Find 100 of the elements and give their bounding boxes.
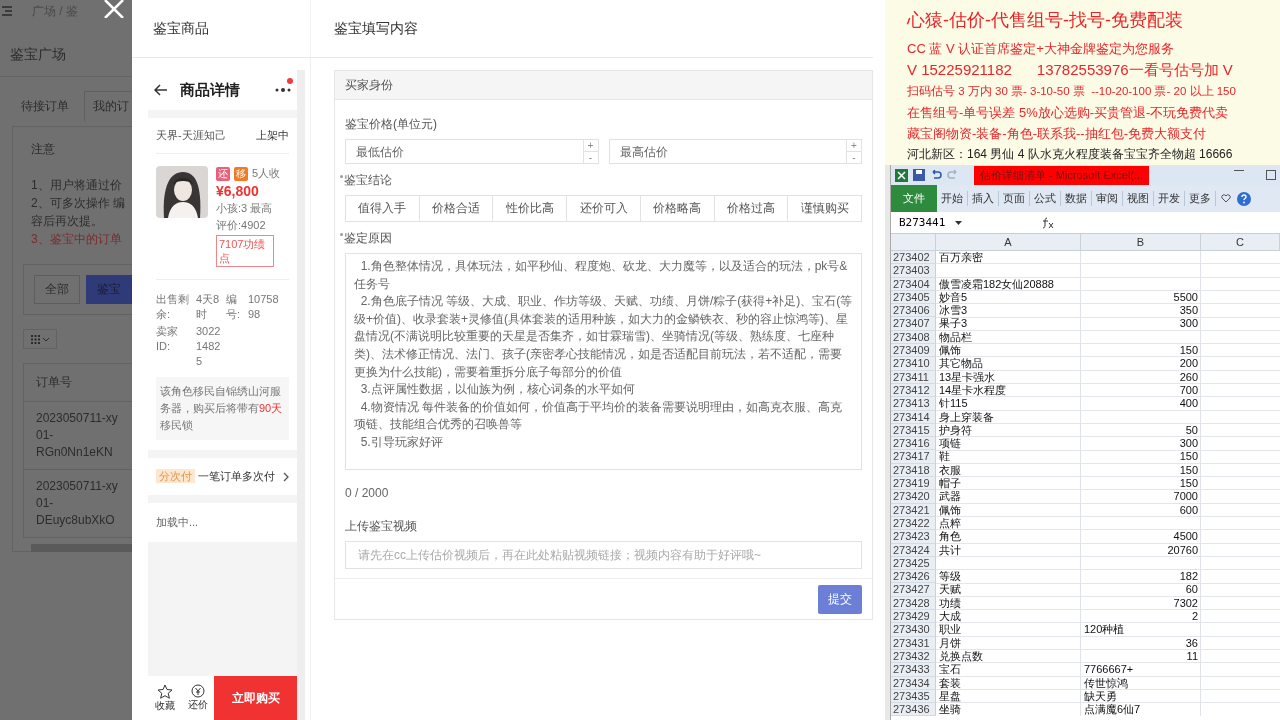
back-arrow-icon[interactable] <box>154 84 168 96</box>
document-line: V 15225921182 13782553976一看号估号加 V <box>907 60 1234 80</box>
table-cell-text: 7766667+ <box>1083 663 1135 677</box>
help-icon[interactable] <box>1237 191 1251 206</box>
table-cell-text: 其它物品 <box>938 357 984 371</box>
reason-textarea[interactable]: 1.角色整体情况，具体玩法，如平秒仙、程度炮、砍龙、大力魔等，以及适合的玩法，pk号&任务号 2.角色底子情况 等级、大成、职业、作坊等级、天赋、功绩、月饼/粽子(获得+补足)、宝石(等级+价值)、收录套装+灵修值(具体套装的适用种族，如大力的金鳞铁衣、秒的容止惊鸿等)、星盘情况(不满说明比较重要的天星是否集齐，如甘霖瑞雪)、坐骑情况(等级、熟练度、七座种类)、法术修正情况、法门、孩子(亲密孝心技能情况，如是否适配目前玩法，若不适配，需要更换为什么技能)，需要着重拆分底子每部分的价值 3.点评属性数据，以仙族为例，核心词条的水平如何 4.物资情况 每件装备的价值如何，价值高于平均价的装备需要说明理由，如高克衣服、高克项链、技能组合优秀的召唤兽等 5.引导玩家好评 <box>345 253 862 470</box>
row-number[interactable]: 273419 <box>891 477 936 491</box>
table-cell-text: 182 <box>1178 570 1199 584</box>
merit-tag: 7107功绩点 <box>216 235 274 267</box>
table-cell-text: 佩饰 <box>938 503 962 517</box>
buy-now-button[interactable]: 立即购买 <box>214 676 297 720</box>
detail-value: 1075898 <box>248 292 280 322</box>
row-number[interactable]: 273413 <box>891 397 936 411</box>
row-number[interactable]: 273416 <box>891 437 936 451</box>
row-number[interactable]: 273436 <box>891 703 936 717</box>
column-header[interactable]: B <box>1081 234 1201 251</box>
table-cell-text: 150 <box>1178 477 1199 491</box>
ribbon-tab[interactable]: 插入 <box>968 191 999 206</box>
yen-icon <box>190 684 205 698</box>
scrollbar[interactable] <box>31 544 132 552</box>
maximize-icon[interactable] <box>1266 170 1276 180</box>
file-menu-button[interactable]: 文件 <box>891 185 937 212</box>
ribbon-tab[interactable]: 开发 <box>1154 191 1185 206</box>
detail-label: 卖家ID: <box>156 324 179 354</box>
row-number[interactable]: 273433 <box>891 663 936 677</box>
dropdown-caret-icon[interactable] <box>955 220 963 225</box>
table-cell-text: 缺天勇 <box>1083 689 1118 704</box>
table-cell-text: 点粹 <box>938 516 962 531</box>
grid-icon <box>30 334 40 344</box>
number-field[interactable]: 最低估价 <box>345 139 583 164</box>
heart-icon[interactable] <box>1221 194 1231 203</box>
row-number[interactable]: 273417 <box>891 450 936 464</box>
more-icon[interactable] <box>275 87 291 93</box>
row-number[interactable]: 273426 <box>891 570 936 584</box>
detail-label: 出售剩余: <box>156 292 190 322</box>
table-cell-text: 妙音5 <box>938 290 969 305</box>
row-number[interactable]: 273427 <box>891 583 936 597</box>
table-cell-text: 角色 <box>938 530 962 544</box>
table-cell-text: 点满魔6仙7 <box>1083 703 1142 717</box>
character-counter: 0 / 2000 <box>345 486 390 500</box>
ribbon-tab[interactable]: 视图 <box>1123 191 1154 206</box>
table-cell-text: 260 <box>1178 370 1199 384</box>
row-number[interactable]: 273429 <box>891 610 936 624</box>
row-number[interactable]: 273410 <box>891 357 936 371</box>
table-cell-text: 350 <box>1178 304 1199 318</box>
submit-button[interactable]: 提交 <box>818 584 862 614</box>
row-number[interactable]: 273409 <box>891 344 936 358</box>
close-icon[interactable] <box>102 0 126 18</box>
column-header[interactable]: C <box>1201 234 1280 251</box>
ribbon-tab[interactable]: 更多 <box>1185 191 1216 206</box>
detail-value: 4天8时 <box>196 292 221 322</box>
document-line: 河北新区：164 男仙 4 队水克火程度装备宝宝齐全物超 16666 <box>907 146 1234 163</box>
minimize-icon[interactable] <box>1234 170 1244 172</box>
table-cell-text: 物品栏 <box>938 330 973 345</box>
row-number[interactable]: 273423 <box>891 530 936 544</box>
scrollbar[interactable] <box>297 70 305 720</box>
stepper-control[interactable]: + - <box>846 139 862 164</box>
tag: 移 <box>234 166 248 181</box>
table-cell-text: 傲雪凌霜182女仙20888 <box>938 277 1055 291</box>
notice-title: 注意 <box>31 141 56 158</box>
star-icon <box>156 683 173 699</box>
table-cell-text: 佩饰 <box>938 344 962 358</box>
ribbon-tab[interactable]: 数据 <box>1061 191 1092 206</box>
function-icon[interactable] <box>1041 216 1055 229</box>
row-number[interactable]: 273406 <box>891 304 936 318</box>
ribbon-tab[interactable]: 审阅 <box>1092 191 1123 206</box>
view-dropdown[interactable] <box>23 329 57 349</box>
row-number[interactable]: 273403 <box>891 264 936 278</box>
table-cell-text: 50 <box>1184 423 1199 438</box>
column-header[interactable]: A <box>936 234 1081 251</box>
save-icon[interactable] <box>913 169 925 181</box>
table-cell-text: 冰雪3 <box>938 304 969 318</box>
name-box[interactable]: B273441 <box>899 216 946 229</box>
table-cell-text: 功绩 <box>938 596 962 610</box>
number-field[interactable]: 最高估价 <box>608 139 846 164</box>
table-cell-text: 20760 <box>1166 543 1199 557</box>
table-cell-text: 果子3 <box>938 317 969 331</box>
panel-heading: 鉴宝填写内容 <box>334 19 418 38</box>
table-cell-text: 传世惊鸿 <box>1083 676 1129 690</box>
ribbon-tab[interactable]: 页面 <box>999 191 1030 206</box>
document-line: CC 蓝 V 认证首席鉴定+大神金牌鉴定为您服务 <box>907 40 1175 58</box>
stepper-control[interactable]: + - <box>582 139 599 164</box>
undo-icon[interactable] <box>930 170 942 180</box>
table-cell-text: 帽子 <box>938 477 962 491</box>
video-link-field[interactable]: 请先在cc上传估价视频后，再在此处粘贴视频链接；视频内容有助于好评哦~ <box>345 541 862 569</box>
table-cell-text: 等级 <box>938 570 962 584</box>
ribbon-tab[interactable]: 公式 <box>1030 191 1061 206</box>
table-cell-text: 月饼 <box>938 636 962 650</box>
row-number[interactable]: 273407 <box>891 317 936 331</box>
table-cell-text: 天赋 <box>938 583 962 597</box>
table-cell-text: 4500 <box>1172 530 1199 544</box>
table-cell-text: 共计 <box>938 543 962 557</box>
row-number[interactable]: 273402 <box>891 251 936 265</box>
row-number[interactable]: 273420 <box>891 490 936 504</box>
listing-status: 上架中 <box>256 128 289 143</box>
ribbon-tab[interactable]: 开始 <box>937 191 968 206</box>
row-number[interactable]: 273430 <box>891 623 936 637</box>
page-title: 鉴宝广场 <box>10 46 67 64</box>
field-label: 鉴宝结论 <box>344 172 392 189</box>
migration-notice: 该角色移民自锦绣山河服务器，购买后将带有90天 移民锁 <box>156 377 289 440</box>
